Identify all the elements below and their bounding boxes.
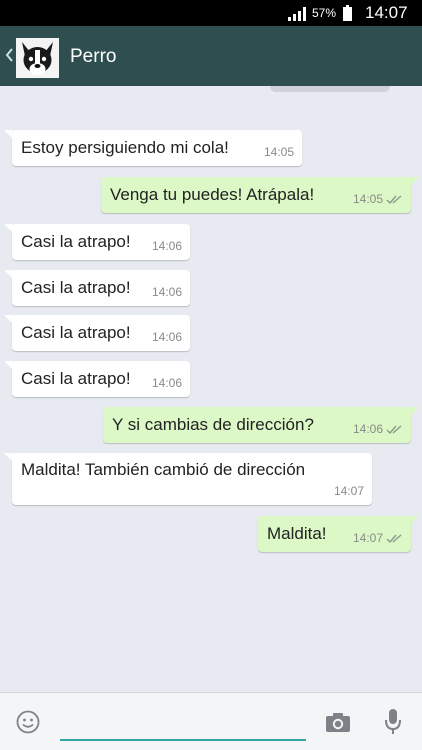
message-text: Estoy persiguiendo mi cola! — [21, 138, 229, 157]
smiley-icon[interactable] — [16, 710, 40, 734]
message-time: 14:06 — [352, 422, 383, 436]
message-text: Y si cambias de dirección? — [112, 415, 314, 434]
message-text: Casi la atrapo! — [21, 278, 131, 297]
message-time: 14:06 — [151, 376, 182, 390]
avatar[interactable] — [16, 38, 59, 78]
chat-header: Perro — [0, 26, 422, 86]
message-bubble-incoming[interactable]: Casi la atrapo! 14:06 — [12, 361, 190, 397]
message-bubble-outgoing[interactable]: Maldita! 14:07 — [258, 516, 411, 552]
message-time: 14:06 — [151, 330, 182, 344]
message-bubble-incoming[interactable]: Casi la atrapo! 14:06 — [12, 315, 190, 351]
battery-icon — [343, 5, 352, 21]
message-bubble-outgoing[interactable]: Y si cambias de dirección? 14:06 — [103, 407, 411, 443]
message-time: 14:07 — [333, 484, 364, 498]
camera-icon[interactable] — [325, 712, 351, 733]
message-bubble-outgoing[interactable]: Venga tu puedes! Atrápala! 14:05 — [101, 177, 411, 213]
message-text: Casi la atrapo! — [21, 232, 131, 251]
double-check-icon — [386, 425, 402, 435]
chat-area[interactable]: Estoy persiguiendo mi cola! 14:05 Venga … — [0, 86, 422, 692]
status-bar: 57% 14:07 — [0, 0, 422, 26]
bubble-tail — [410, 407, 419, 416]
background-smudge — [270, 86, 390, 92]
message-time: 14:05 — [352, 192, 383, 206]
microphone-icon[interactable] — [384, 708, 402, 736]
message-time: 14:06 — [151, 239, 182, 253]
message-text: Maldita! — [267, 524, 327, 543]
message-bubble-incoming[interactable]: Estoy persiguiendo mi cola! 14:05 — [12, 130, 302, 166]
status-clock: 14:07 — [365, 3, 408, 22]
message-time: 14:06 — [151, 285, 182, 299]
input-underline — [60, 739, 306, 741]
chevron-left-icon[interactable] — [4, 45, 14, 65]
message-input-bar — [0, 692, 422, 750]
message-text: Casi la atrapo! — [21, 369, 131, 388]
message-text: Maldita! También cambió de dirección — [21, 460, 306, 479]
message-text: Venga tu puedes! Atrápala! — [110, 185, 315, 204]
double-check-icon — [386, 534, 402, 544]
message-bubble-incoming[interactable]: Maldita! También cambió de dirección 14:… — [12, 453, 372, 505]
contact-name[interactable]: Perro — [70, 46, 116, 68]
message-time: 14:07 — [352, 531, 383, 545]
double-check-icon — [386, 195, 402, 205]
dog-avatar-icon — [16, 38, 59, 78]
bubble-tail — [410, 516, 419, 525]
message-time: 14:05 — [263, 145, 294, 159]
signal-bars-icon — [288, 7, 306, 21]
message-bubble-incoming[interactable]: Casi la atrapo! 14:06 — [12, 224, 190, 260]
message-text: Casi la atrapo! — [21, 323, 131, 342]
message-input[interactable] — [60, 713, 306, 737]
battery-percent: 57% — [312, 6, 337, 20]
message-bubble-incoming[interactable]: Casi la atrapo! 14:06 — [12, 270, 190, 306]
bubble-tail — [410, 177, 419, 186]
